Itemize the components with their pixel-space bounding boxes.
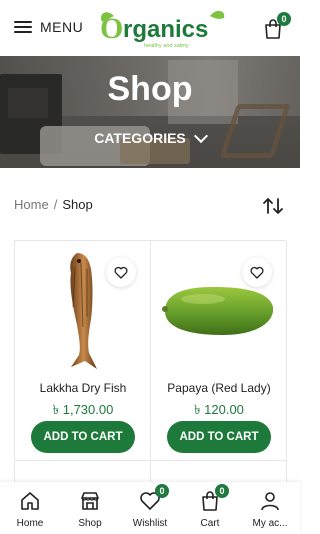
hamburger-icon <box>14 20 32 34</box>
add-to-cart-button[interactable]: ADD TO CART <box>31 421 135 453</box>
add-to-wishlist-button[interactable] <box>106 257 136 287</box>
breadcrumb: Home / Shop <box>14 197 93 212</box>
shop-icon <box>81 492 99 510</box>
bottom-nav: Home Shop 0 Wishlist 0 Cart My ac... <box>0 482 300 534</box>
heart-icon <box>250 266 264 279</box>
chevron-down-icon <box>193 128 208 143</box>
logo-wordmark: rganics <box>123 16 208 43</box>
sort-icon <box>263 198 283 214</box>
breadcrumb-separator: / <box>53 197 58 212</box>
add-to-wishlist-button[interactable] <box>242 257 272 287</box>
page-title: Shop <box>107 70 193 108</box>
menu-label: MENU <box>40 19 84 35</box>
nav-label: Cart <box>200 518 220 529</box>
product-price: ৳ 120.00 <box>194 402 244 417</box>
add-to-cart-button[interactable]: ADD TO CART <box>167 421 271 453</box>
nav-label: My ac... <box>252 518 288 529</box>
nav-label: Wishlist <box>132 518 168 529</box>
logo-letter: O <box>100 12 123 45</box>
product-card[interactable]: Lakkha Dry Fish ৳ 1,730.00 ADD TO CART <box>15 241 151 461</box>
breadcrumb-home-link[interactable]: Home <box>14 197 49 212</box>
product-card[interactable]: Papaya (Red Lady) ৳ 120.00 ADD TO CART <box>151 241 287 461</box>
site-header: MENU O rganics healthy and safety 0 <box>0 0 300 56</box>
heart-icon <box>114 266 128 279</box>
page-banner: Shop CATEGORIES <box>0 56 300 168</box>
sort-button[interactable] <box>262 196 284 216</box>
header-cart-button[interactable]: 0 <box>262 12 291 40</box>
wishlist-count-badge: 0 <box>155 484 169 498</box>
logo-tagline: healthy and safety <box>144 43 189 49</box>
cart-count-badge: 0 <box>277 12 291 26</box>
menu-button[interactable]: MENU <box>14 19 83 35</box>
nav-label: Home <box>16 518 44 529</box>
categories-toggle[interactable]: CATEGORIES <box>0 128 300 146</box>
cart-count-badge: 0 <box>215 484 229 498</box>
nav-item-cart[interactable]: 0 Cart <box>180 482 240 534</box>
product-name[interactable]: Lakkha Dry Fish <box>15 381 151 395</box>
product-price: ৳ 1,730.00 <box>52 402 114 417</box>
logo[interactable]: O rganics healthy and safety <box>96 6 228 50</box>
nav-item-account[interactable]: My ac... <box>240 482 300 534</box>
product-grid: Lakkha Dry Fish ৳ 1,730.00 ADD TO CART P… <box>14 240 287 501</box>
nav-item-home[interactable]: Home <box>0 482 60 534</box>
nav-label: Shop <box>78 518 102 529</box>
nav-item-shop[interactable]: Shop <box>60 482 120 534</box>
home-icon <box>21 492 39 510</box>
product-name[interactable]: Papaya (Red Lady) <box>151 381 287 395</box>
nav-item-wishlist[interactable]: 0 Wishlist <box>120 482 180 534</box>
categories-label: CATEGORIES <box>94 130 186 146</box>
user-icon <box>261 492 279 511</box>
breadcrumb-current: Shop <box>62 197 93 212</box>
